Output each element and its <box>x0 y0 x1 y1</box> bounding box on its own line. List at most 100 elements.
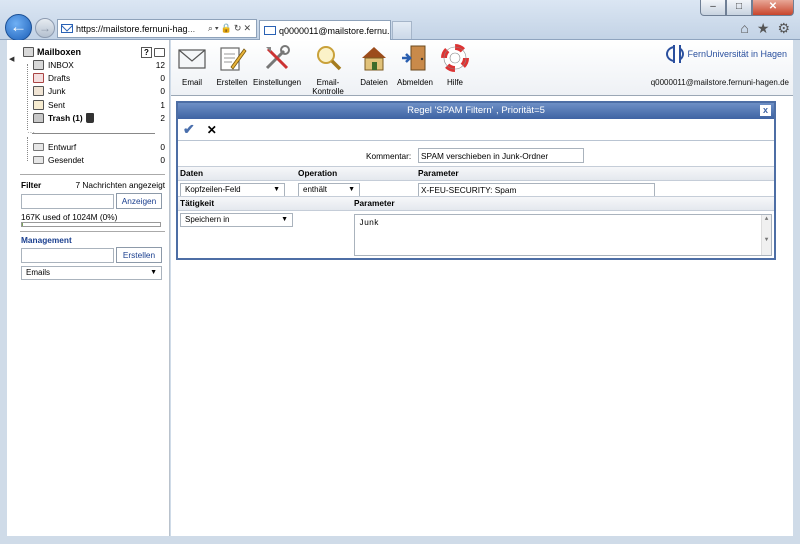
mailbox-title[interactable]: Mailboxen <box>37 47 81 57</box>
operation-select[interactable]: enthält ▼ <box>298 183 360 197</box>
lifebuoy-icon <box>441 44 469 72</box>
favorites-star-icon[interactable]: ★ <box>757 20 770 37</box>
tab-active[interactable]: q0000011@mailstore.fernu... ✕ <box>259 20 391 40</box>
logo-text: FernUniversität in Hagen <box>687 49 787 59</box>
section-divider <box>20 231 165 232</box>
data-header: Daten <box>180 168 204 178</box>
dialog-close-icon[interactable]: x <box>760 105 771 116</box>
toolbar-logout[interactable]: Abmelden <box>395 43 435 87</box>
management-select[interactable]: Emails ▼ <box>21 266 162 280</box>
user-email: q0000011@mailstore.fernuni-hagen.de <box>650 78 789 87</box>
folder-name: Drafts <box>48 72 71 83</box>
address-bar[interactable]: https://mailstore.fernuni-hag... ⌕▾🔒↻✕ <box>57 19 257 38</box>
toolbar-compose[interactable]: Erstellen <box>213 43 251 87</box>
folder-count: 1 <box>160 99 165 110</box>
folder-entwurf[interactable]: Entwurf 0 <box>23 140 165 153</box>
close-window-button[interactable]: ✕ <box>752 0 794 16</box>
toolbar-label: Hilfe <box>446 78 463 87</box>
quota-bar <box>21 222 161 227</box>
chevron-down-icon: ▼ <box>348 186 355 193</box>
sidebar: ◀ Mailboxen ? INBOX 12 Drafts 0 Junk 0 S… <box>7 40 170 536</box>
toolbar-label: Email-Kontrolle <box>312 78 344 96</box>
action-header: Tätigkeit <box>180 198 215 208</box>
filter-row: Filter 7 Nachrichten angezeigt <box>21 180 165 190</box>
folder-inbox[interactable]: INBOX 12 <box>23 58 165 71</box>
sent-icon <box>33 99 44 110</box>
new-tab-button[interactable] <box>392 21 412 39</box>
textarea-scrollbar[interactable]: ▲ ▼ <box>761 215 771 255</box>
drafts-icon <box>33 72 44 83</box>
home-icon[interactable]: ⌂ <box>740 20 748 37</box>
toolbar-email[interactable]: Email <box>175 43 209 87</box>
main-area: Email Erstellen Einstellungen Email-Kont… <box>171 40 793 536</box>
toolbar-settings[interactable]: Einstellungen <box>253 43 301 87</box>
settings-gear-icon[interactable]: ⚙ <box>777 20 790 37</box>
mailbox-root-icon <box>23 47 34 57</box>
section-divider <box>20 174 165 175</box>
comment-row: Kommentar: <box>178 148 774 164</box>
folder-count: 12 <box>155 59 165 70</box>
folder-sent[interactable]: Sent 1 <box>23 98 165 111</box>
operation-select-value: enthält <box>303 185 328 194</box>
browser-chrome: – □ ✕ ← → https://mailstore.fernuni-hag.… <box>0 0 800 41</box>
comment-input[interactable] <box>418 148 584 163</box>
help-icon[interactable]: ? <box>141 46 152 58</box>
toolbar-label: Einstellungen <box>253 78 302 87</box>
quota-fill <box>22 223 24 226</box>
management-input[interactable] <box>21 248 114 263</box>
data-select-value: Kopfzeilen-Feld <box>185 185 241 194</box>
save-check-icon[interactable]: ✔ <box>183 121 195 138</box>
toolbar-files[interactable]: Dateien <box>357 43 391 87</box>
tools-icon <box>265 45 290 70</box>
folder-drafts[interactable]: Drafts 0 <box>23 71 165 84</box>
university-logo: FernUniversität in Hagen <box>666 45 787 63</box>
condition-header-band <box>178 166 774 181</box>
site-mail-icon <box>61 24 73 33</box>
toolbar-label: Erstellen <box>216 78 248 87</box>
folder-gesendet[interactable]: Gesendet 0 <box>23 153 165 166</box>
folder-name: Trash (1) <box>48 112 83 123</box>
data-select[interactable]: Kopfzeilen-Feld ▼ <box>180 183 285 197</box>
filter-input[interactable] <box>21 194 114 209</box>
folder-junk[interactable]: Junk 0 <box>23 85 165 98</box>
folder-name: Entwurf <box>48 141 77 152</box>
folder-count: 0 <box>160 72 165 83</box>
collapse-arrow-icon[interactable]: ◀ <box>9 55 14 63</box>
action-parameter-header: Parameter <box>354 198 395 208</box>
new-mail-envelope-icon[interactable] <box>154 47 165 57</box>
maximize-button[interactable]: □ <box>726 0 752 16</box>
filter-label: Filter <box>21 180 42 190</box>
toolbar: Email Erstellen Einstellungen Email-Kont… <box>171 40 793 96</box>
forward-button[interactable]: → <box>35 18 55 38</box>
toolbar-help[interactable]: Hilfe <box>439 43 471 87</box>
back-button[interactable]: ← <box>5 14 32 41</box>
empty-trash-icon[interactable] <box>85 112 94 123</box>
rule-dialog: Regel 'SPAM Filtern' , Priorität=5 x ✔ ✕… <box>176 101 776 260</box>
toolbar-mail-control[interactable]: Email-Kontrolle <box>301 43 355 96</box>
parameter-header: Parameter <box>418 168 459 178</box>
mailbox-header: Mailboxen ? <box>23 45 165 59</box>
parameter-input[interactable] <box>418 183 655 197</box>
action-parameter-textarea[interactable]: Junk ▲ ▼ <box>354 214 772 256</box>
folder-count: 0 <box>160 86 165 97</box>
create-button[interactable]: Erstellen <box>116 247 162 263</box>
folder-name: Gesendet <box>48 154 84 165</box>
local-folder-list: Entwurf 0 Gesendet 0 <box>23 140 165 167</box>
chevron-down-icon: ▼ <box>150 269 157 276</box>
management-label: Management <box>21 235 72 245</box>
comment-label: Kommentar: <box>366 151 412 161</box>
folder-name: INBOX <box>48 59 74 70</box>
folder-count: 0 <box>160 154 165 165</box>
show-button[interactable]: Anzeigen <box>116 193 162 209</box>
action-select[interactable]: Speichern in ▼ <box>180 213 293 227</box>
logout-door-icon <box>402 45 426 71</box>
chevron-down-icon: ▼ <box>281 216 288 223</box>
window-controls: – □ ✕ <box>700 0 794 16</box>
cancel-x-icon[interactable]: ✕ <box>207 123 217 137</box>
folder-count: 0 <box>160 141 165 152</box>
address-bar-icons[interactable]: ⌕▾🔒↻✕ <box>208 23 256 34</box>
tab-mail-icon <box>264 26 276 35</box>
folder-trash[interactable]: Trash (1) 2 <box>23 111 165 124</box>
minimize-button[interactable]: – <box>700 0 726 16</box>
filter-count-hint: 7 Nachrichten angezeigt <box>75 180 165 190</box>
